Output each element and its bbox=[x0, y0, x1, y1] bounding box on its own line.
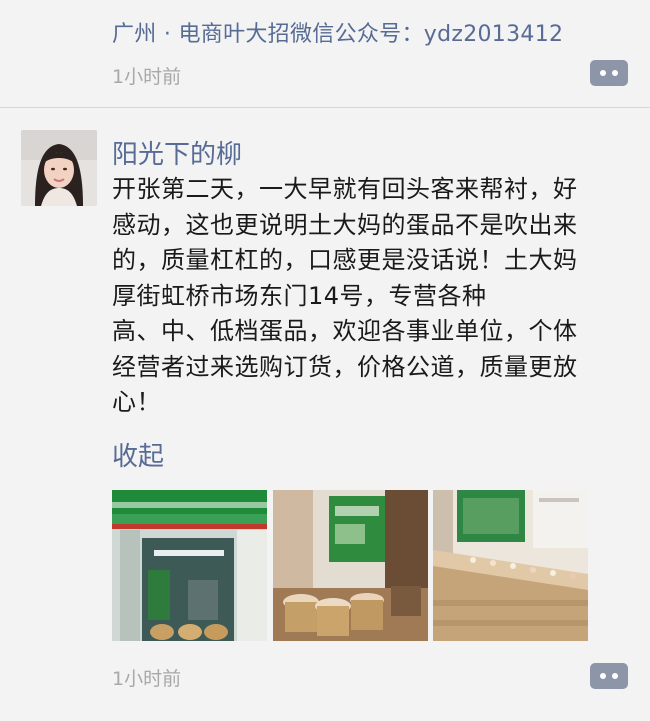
comment-button[interactable] bbox=[590, 60, 628, 86]
avatar[interactable] bbox=[21, 130, 97, 206]
divider bbox=[0, 107, 650, 108]
egg-shelves-photo[interactable] bbox=[433, 490, 588, 641]
more-dot-icon bbox=[600, 70, 606, 76]
comment-button[interactable] bbox=[590, 663, 628, 689]
post-content: 开张第二天，一大早就有回头客来帮衬，好 感动，这也更说明土大妈的蛋品不是吹出来 … bbox=[112, 175, 578, 416]
collapse-link[interactable]: 收起 bbox=[112, 436, 164, 473]
post-time: 1小时前 bbox=[112, 66, 182, 88]
author-name[interactable]: 阳光下的柳 bbox=[112, 134, 242, 171]
more-dot-icon bbox=[600, 673, 606, 679]
post-location[interactable]: 广州 · 电商叶大招微信公众号：ydz2013412 bbox=[112, 16, 563, 48]
post-time: 1小时前 bbox=[112, 668, 182, 690]
more-dot-icon bbox=[612, 70, 618, 76]
more-dot-icon bbox=[612, 673, 618, 679]
storefront-photo[interactable] bbox=[112, 490, 267, 641]
egg-baskets-photo[interactable] bbox=[273, 490, 428, 641]
